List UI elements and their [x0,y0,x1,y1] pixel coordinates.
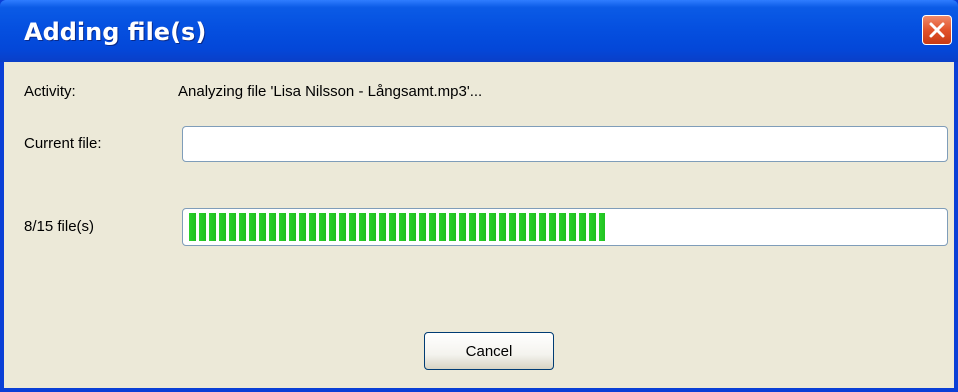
activity-value: Analyzing file 'Lisa Nilsson - Långsamt.… [178,83,483,100]
progress-track [187,213,943,241]
cancel-button[interactable]: Cancel [424,332,554,370]
title-bar[interactable]: Adding file(s) [0,0,958,62]
progress-bar [182,208,948,246]
current-file-label: Current file: [24,135,102,152]
close-icon [929,22,945,38]
dialog-body: Activity: Analyzing file 'Lisa Nilsson -… [4,62,954,388]
close-button[interactable] [922,15,952,45]
window-title: Adding file(s) [24,18,207,46]
progress-fill [189,213,605,241]
progress-count-label: 8/15 file(s) [24,218,95,235]
activity-label: Activity: [24,83,76,100]
current-file-field [182,126,948,162]
dialog-window: Adding file(s) Activity: Analyzing file … [0,0,958,392]
